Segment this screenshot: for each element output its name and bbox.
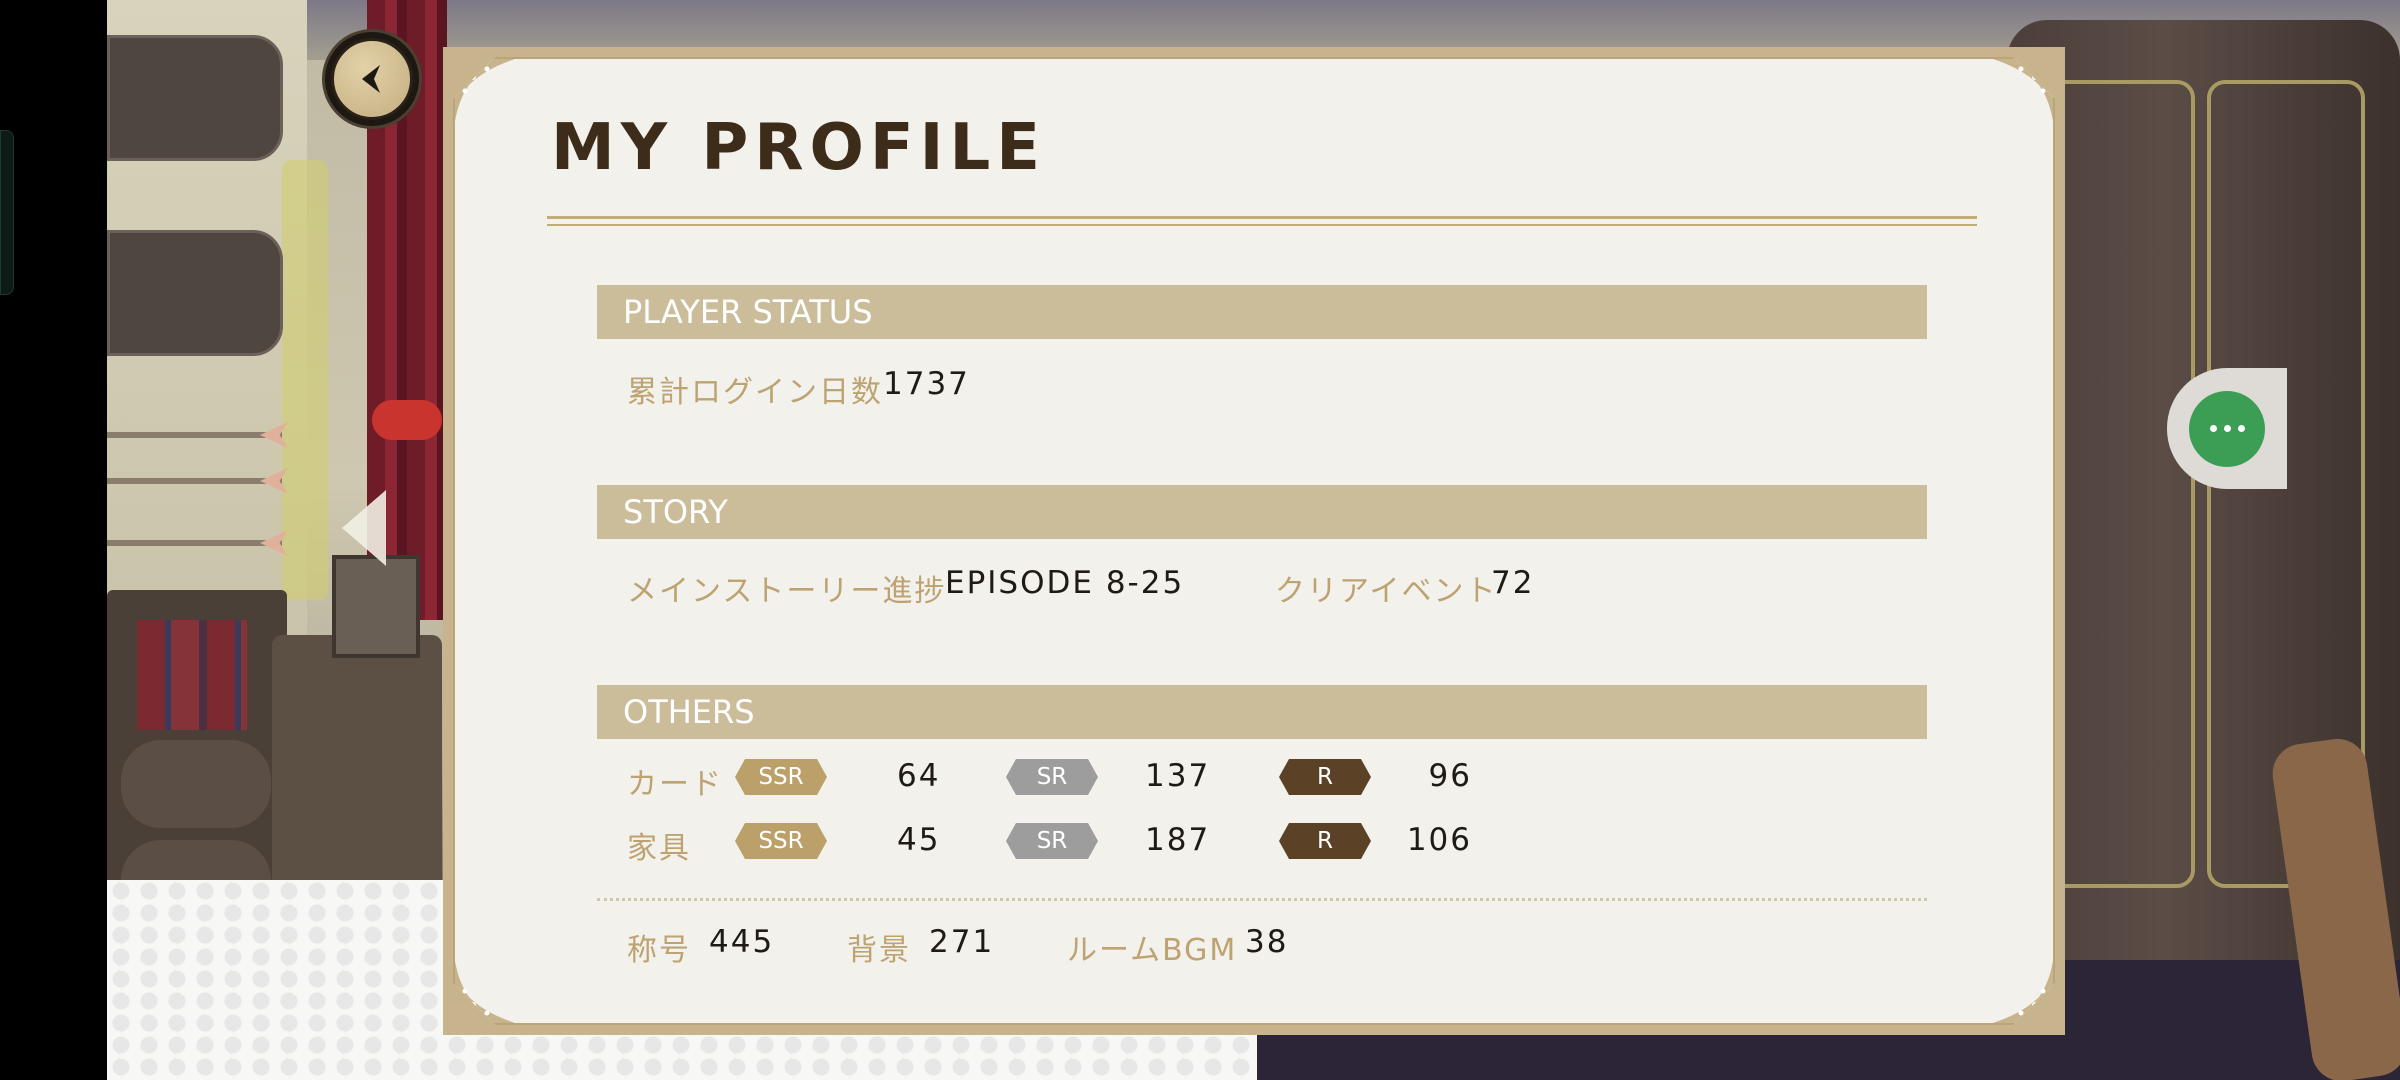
r-badge: R xyxy=(1279,759,1371,795)
clear-event-label: クリアイベント xyxy=(1275,574,1498,609)
corner-ornament xyxy=(455,59,545,149)
section-header-story: STORY xyxy=(597,485,1927,539)
furniture-ssr-value: 45 xyxy=(897,822,941,858)
dotted-divider xyxy=(597,898,1927,901)
cards-sr-value: 137 xyxy=(1145,758,1211,794)
page-title: MY PROFILE xyxy=(551,111,1046,185)
r-badge: R xyxy=(1279,823,1371,859)
room-bgm-value: 38 xyxy=(1245,924,1289,960)
room-bgm-label: ルームBGM xyxy=(1067,933,1238,968)
furniture-r-value: 106 xyxy=(1406,822,1472,858)
profile-paper: MY PROFILE PLAYER STATUS 累計ログイン日数 1737 S… xyxy=(453,57,2055,1025)
main-story-value: EPISODE 8-25 xyxy=(945,565,1185,601)
edge-tab[interactable] xyxy=(0,130,14,295)
ssr-badge: SSR xyxy=(735,759,827,795)
sr-badge: SR xyxy=(1006,759,1098,795)
ssr-badge: SSR xyxy=(735,823,827,859)
furniture-label: 家具 xyxy=(627,831,691,866)
backgrounds-label: 背景 xyxy=(847,933,911,968)
left-chevron-icon[interactable] xyxy=(342,490,386,566)
clear-event-value: 72 xyxy=(1491,565,1535,601)
corner-ornament xyxy=(1963,933,2053,1023)
cards-label: カード xyxy=(627,767,723,802)
titles-value: 445 xyxy=(709,924,775,960)
title-divider xyxy=(547,216,1977,226)
main-story-label: メインストーリー進捗 xyxy=(627,574,947,609)
sr-badge: SR xyxy=(1006,823,1098,859)
section-header-player-status: PLAYER STATUS xyxy=(597,285,1927,339)
back-button[interactable] xyxy=(325,32,419,126)
login-days-value: 1737 xyxy=(883,366,970,402)
more-button[interactable] xyxy=(2189,390,2265,467)
furniture-sr-value: 187 xyxy=(1145,822,1211,858)
floating-menu-tab xyxy=(2167,368,2287,489)
backgrounds-value: 271 xyxy=(929,924,995,960)
profile-panel: MY PROFILE PLAYER STATUS 累計ログイン日数 1737 S… xyxy=(443,47,2065,1035)
login-days-label: 累計ログイン日数 xyxy=(627,375,883,410)
section-header-others: OTHERS xyxy=(597,685,1927,739)
titles-label: 称号 xyxy=(627,933,691,968)
more-dots-icon xyxy=(2209,425,2217,432)
corner-ornament xyxy=(455,933,545,1023)
cards-ssr-value: 64 xyxy=(897,758,941,794)
corner-ornament xyxy=(1963,59,2053,149)
cards-r-value: 96 xyxy=(1428,758,1472,794)
back-arrow-icon xyxy=(362,65,380,93)
